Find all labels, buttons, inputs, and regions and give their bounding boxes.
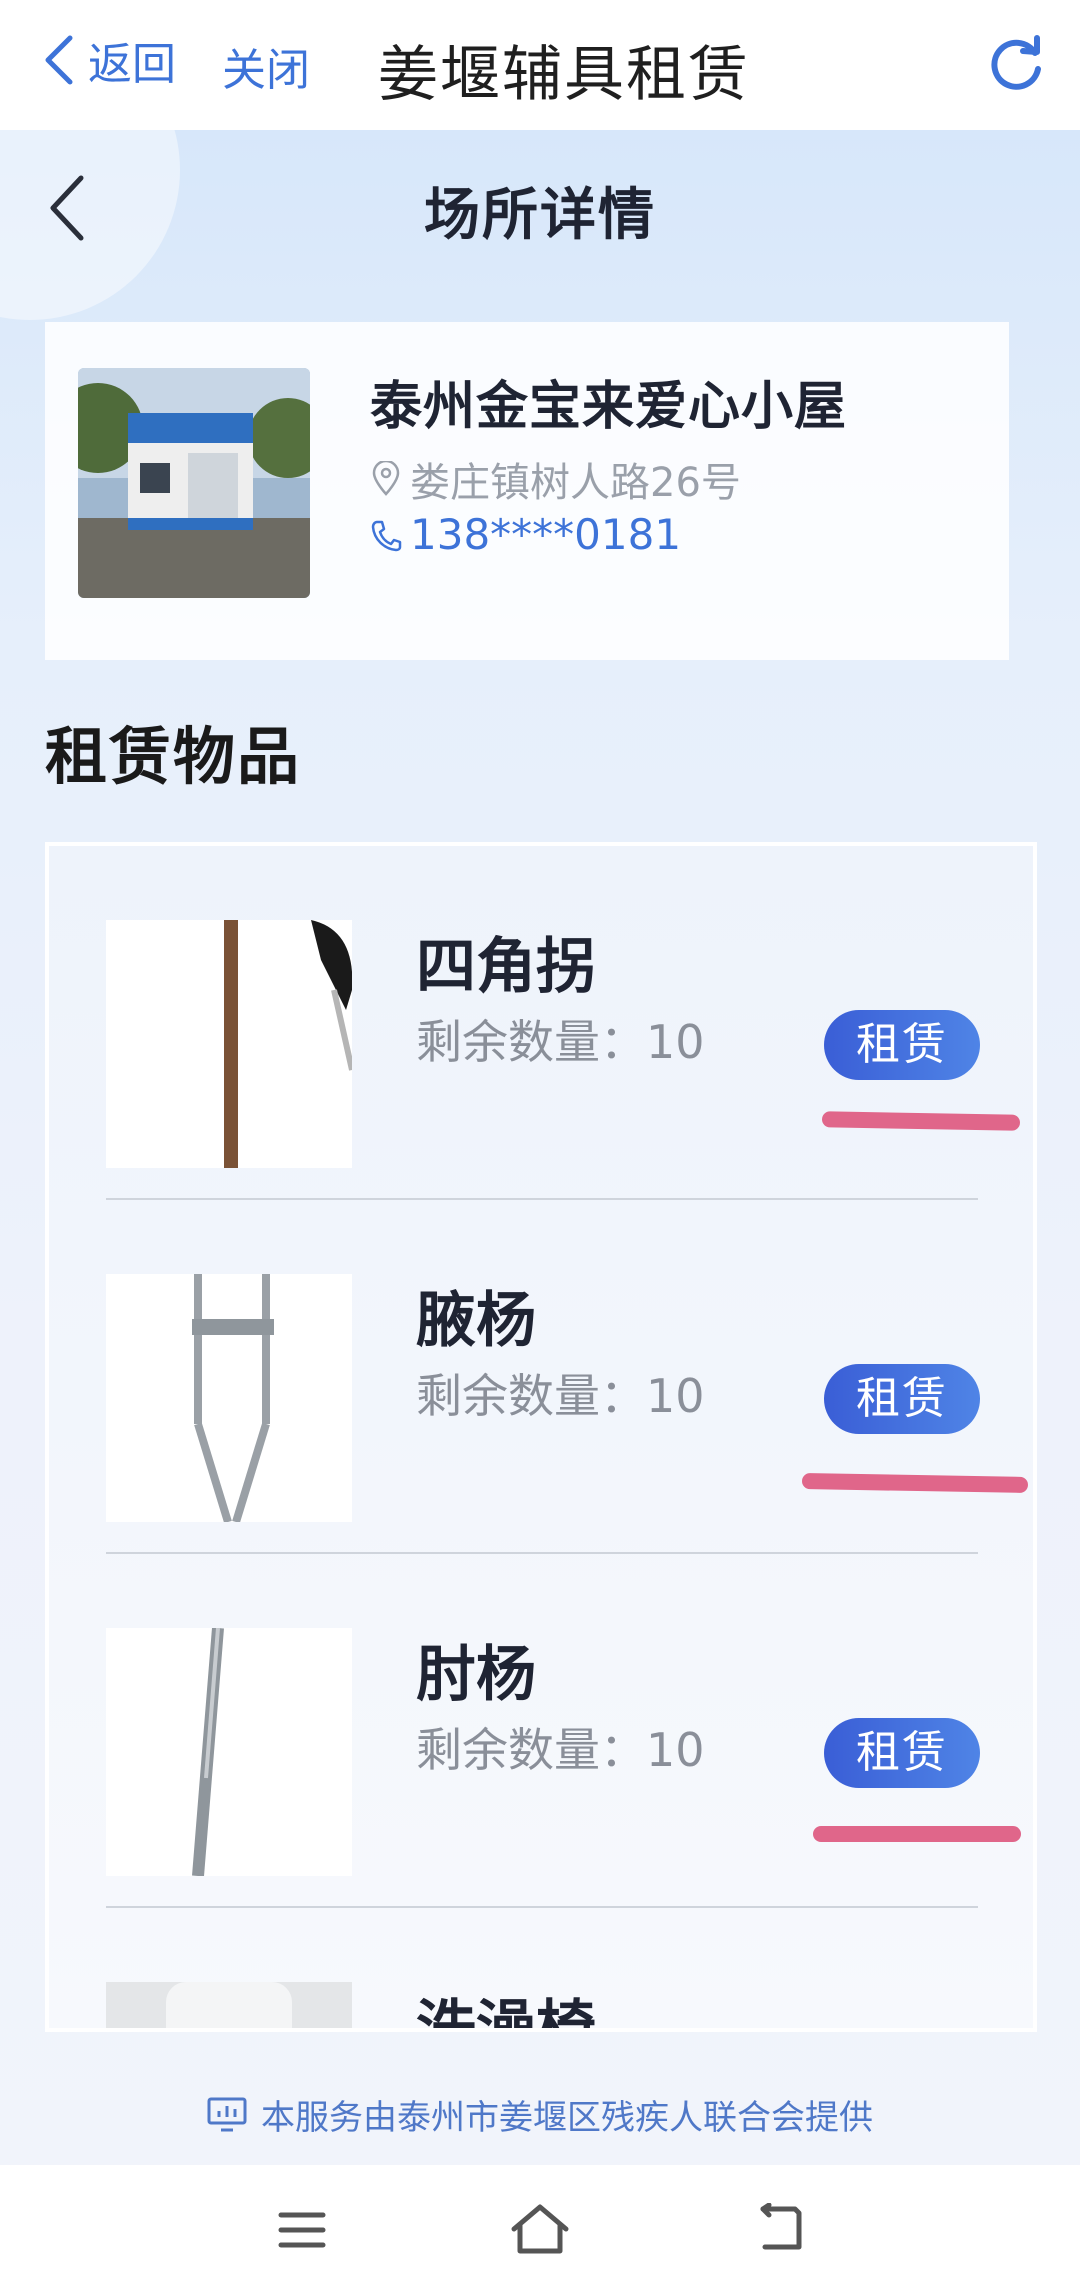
location-pin-icon (372, 461, 400, 496)
system-nav-bar (0, 2165, 1080, 2286)
back-label: 返回 (88, 39, 176, 90)
item-name: 洗澡椅 (416, 1994, 596, 2032)
close-link[interactable]: 关闭 (222, 34, 310, 98)
rent-button[interactable]: 租赁 (824, 1718, 980, 1788)
item-name: 肘杨 (416, 1640, 536, 1710)
venue-phone[interactable]: 138****0181 (370, 510, 681, 559)
page-title: 场所详情 (424, 183, 656, 248)
item-quantity: 剩余数量：10 (416, 1015, 705, 1069)
item-thumbnail (106, 1274, 352, 1522)
top-bar: 返回 关闭 姜堰辅具租赁 (0, 0, 1080, 130)
service-provider-note: 本服务由泰州市姜堰区残疾人联合会提供 (0, 2090, 1080, 2139)
item-thumbnail (106, 920, 352, 1168)
main-content: 场所详情 泰州金宝来爱心小屋 娄庄镇树人路26号 138****0181 租赁物… (0, 130, 1080, 2165)
list-item: 洗澡椅 (49, 1908, 1033, 2032)
back-link[interactable]: 返回 (40, 28, 176, 92)
venue-card: 泰州金宝来爱心小屋 娄庄镇树人路26号 138****0181 (45, 322, 1009, 660)
list-item: 腋杨 剩余数量：10 租赁 (49, 1200, 1033, 1554)
phone-icon (371, 520, 402, 551)
item-thumbnail (106, 1982, 352, 2028)
list-item: 肘杨 剩余数量：10 租赁 (49, 1554, 1033, 1908)
return-icon[interactable] (755, 2203, 805, 2253)
rent-button[interactable]: 租赁 (824, 1364, 980, 1434)
chevron-left-icon (45, 35, 73, 85)
app-title: 姜堰辅具租赁 (378, 40, 750, 110)
refresh-icon[interactable] (985, 33, 1047, 95)
monitor-chart-icon (207, 2097, 247, 2131)
highlight-underline (813, 1826, 1021, 1842)
venue-photo (78, 368, 310, 598)
highlight-underline (821, 1111, 1021, 1131)
service-provider-text: 本服务由泰州市姜堰区残疾人联合会提供 (261, 2098, 873, 2138)
item-thumbnail (106, 1628, 352, 1876)
venue-address-text: 娄庄镇树人路26号 (410, 460, 741, 506)
rental-item-list: 四角拐 剩余数量：10 租赁 腋杨 剩余数量：10 租赁 肘杨 剩余数量：10 … (45, 842, 1037, 2032)
item-quantity: 剩余数量：10 (416, 1369, 705, 1423)
item-name: 腋杨 (416, 1286, 536, 1356)
home-icon[interactable] (510, 2201, 570, 2257)
rent-button[interactable]: 租赁 (824, 1010, 980, 1080)
venue-address: 娄庄镇树人路26号 (370, 450, 741, 508)
venue-phone-text: 138****0181 (410, 510, 682, 559)
list-item: 四角拐 剩余数量：10 租赁 (49, 846, 1033, 1200)
venue-name: 泰州金宝来爱心小屋 (370, 377, 848, 437)
item-quantity: 剩余数量：10 (416, 1723, 705, 1777)
menu-icon[interactable] (277, 2207, 327, 2253)
item-name: 四角拐 (416, 932, 596, 1002)
section-title: 租赁物品 (45, 720, 302, 793)
